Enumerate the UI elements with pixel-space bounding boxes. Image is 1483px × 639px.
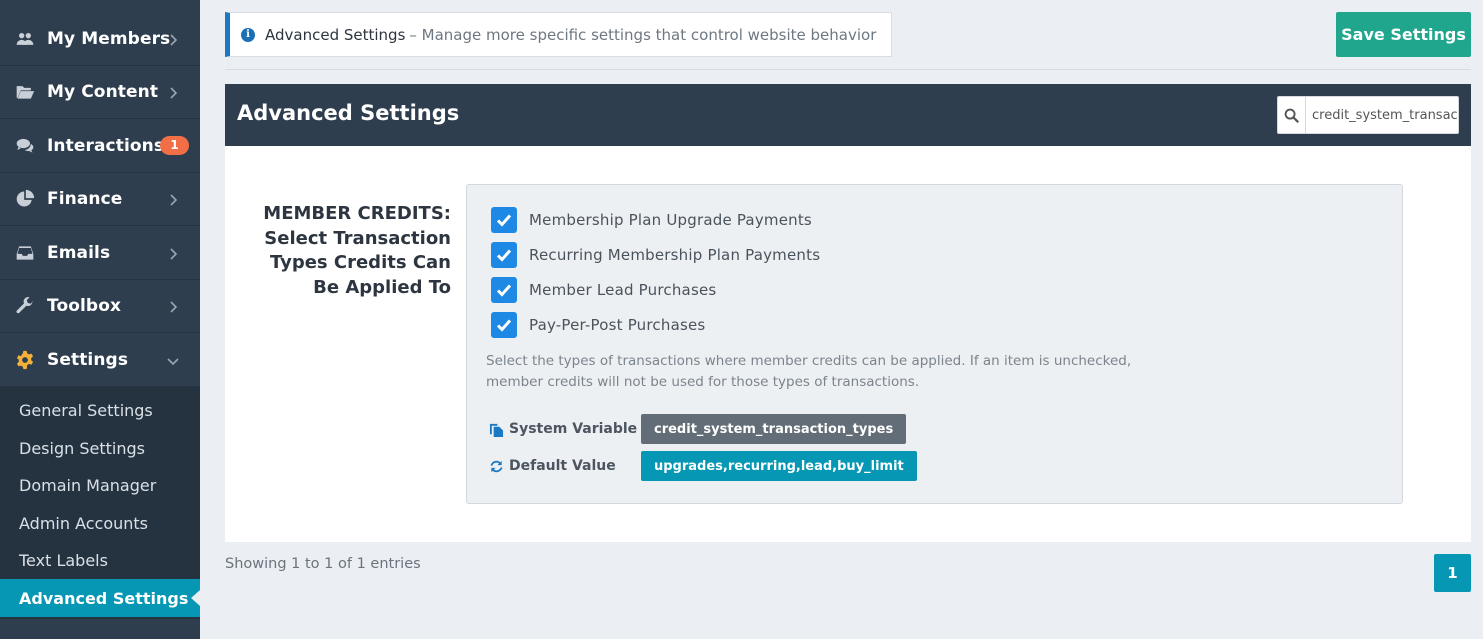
gear-icon <box>14 349 36 371</box>
checkbox-label: Pay-Per-Post Purchases <box>529 316 706 334</box>
checkbox-option-lead[interactable]: Member Lead Purchases <box>491 277 716 303</box>
refresh-icon <box>488 458 504 474</box>
chevron-down-icon <box>166 353 180 367</box>
system-variable-label: System Variable <box>509 421 638 437</box>
chevron-right-icon <box>166 299 180 313</box>
checkbox-label: Recurring Membership Plan Payments <box>529 246 821 264</box>
folder-open-icon <box>14 81 36 103</box>
sidebar-item-label: Finance <box>47 189 123 209</box>
sidebar-item-label: My Content <box>47 82 159 102</box>
copy-icon <box>488 421 504 437</box>
setting-label: MEMBER CREDITS: Select Transaction Types… <box>263 203 451 298</box>
sidebar-item-toolbox[interactable]: Toolbox <box>0 280 200 333</box>
save-settings-button[interactable]: Save Settings <box>1336 12 1471 57</box>
checkbox-checked[interactable] <box>491 207 517 233</box>
entries-info: Showing 1 to 1 of 1 entries <box>225 556 421 572</box>
sidebar-item-label: Emails <box>47 243 111 263</box>
notice-title: Advanced Settings <box>265 25 406 44</box>
setting-field-box: Membership Plan Upgrade Payments Recurri… <box>466 184 1403 504</box>
default-value-row: Default Value upgrades,recurring,lead,bu… <box>488 451 917 481</box>
panel-body: MEMBER CREDITS: Select Transaction Types… <box>225 146 1471 542</box>
sidebar-item-label: Toolbox <box>47 296 122 316</box>
search-input[interactable] <box>1312 107 1458 123</box>
default-value-pill: upgrades,recurring,lead,buy_limit <box>641 451 917 481</box>
submenu-item-admin-accounts[interactable]: Admin Accounts <box>0 504 200 542</box>
submenu-item-advanced-settings[interactable]: Advanced Settings <box>0 579 200 617</box>
comments-icon <box>14 135 36 157</box>
sidebar-item-my-content[interactable]: My Content <box>0 66 200 119</box>
submenu-item-design-settings[interactable]: Design Settings <box>0 429 200 467</box>
default-value-label: Default Value <box>509 458 616 474</box>
page-notice: i Advanced Settings – Manage more specif… <box>225 12 892 57</box>
checkbox-option-recurring[interactable]: Recurring Membership Plan Payments <box>491 242 820 268</box>
info-icon: i <box>241 27 255 42</box>
notice-description: – Manage more specific settings that con… <box>409 25 877 44</box>
inbox-icon <box>14 242 36 264</box>
search-icon[interactable] <box>1278 97 1306 133</box>
chevron-right-icon <box>166 32 180 46</box>
sidebar-item-interactions[interactable]: Interactions 1 <box>0 120 200 173</box>
system-variable-value: credit_system_transaction_types <box>641 414 907 444</box>
sidebar-item-emails[interactable]: Emails <box>0 227 200 280</box>
checkbox-option-pay-per-post[interactable]: Pay-Per-Post Purchases <box>491 312 705 338</box>
sidebar-item-label: Settings <box>47 350 129 370</box>
sidebar-item-label: Interactions <box>47 136 165 156</box>
panel-header: Advanced Settings <box>225 84 1471 146</box>
checkbox-checked[interactable] <box>491 242 517 268</box>
chevron-right-icon <box>166 85 180 99</box>
system-variable-row: System Variable credit_system_transactio… <box>488 414 907 444</box>
chevron-right-icon <box>166 246 180 260</box>
checkbox-checked[interactable] <box>491 277 517 303</box>
sidebar-item-settings[interactable]: Settings <box>0 334 200 387</box>
submenu-item-text-labels[interactable]: Text Labels <box>0 541 200 579</box>
search-box <box>1277 96 1459 134</box>
divider <box>225 69 1471 70</box>
checkbox-option-upgrade[interactable]: Membership Plan Upgrade Payments <box>491 207 812 233</box>
checkbox-label: Member Lead Purchases <box>529 281 717 299</box>
sidebar: My Members My Content Interactions 1 Fin… <box>0 0 200 639</box>
users-icon <box>14 28 36 50</box>
submenu-item-general-settings[interactable]: General Settings <box>0 391 200 429</box>
checkbox-label: Membership Plan Upgrade Payments <box>529 211 812 229</box>
pagination-page-1[interactable]: 1 <box>1434 554 1471 592</box>
sidebar-item-my-members[interactable]: My Members <box>0 13 200 66</box>
sidebar-item-finance[interactable]: Finance <box>0 173 200 226</box>
help-text: Select the types of transactions where m… <box>486 353 1132 390</box>
pie-chart-icon <box>14 188 36 210</box>
notification-badge: 1 <box>160 136 189 155</box>
chevron-right-icon <box>166 192 180 206</box>
checkbox-checked[interactable] <box>491 312 517 338</box>
wrench-icon <box>14 295 36 317</box>
sidebar-item-label: My Members <box>47 29 171 49</box>
sidebar-item-partial <box>0 619 200 639</box>
panel-title: Advanced Settings <box>237 101 460 125</box>
settings-submenu: General Settings Design Settings Domain … <box>0 387 200 619</box>
submenu-item-domain-manager[interactable]: Domain Manager <box>0 466 200 504</box>
